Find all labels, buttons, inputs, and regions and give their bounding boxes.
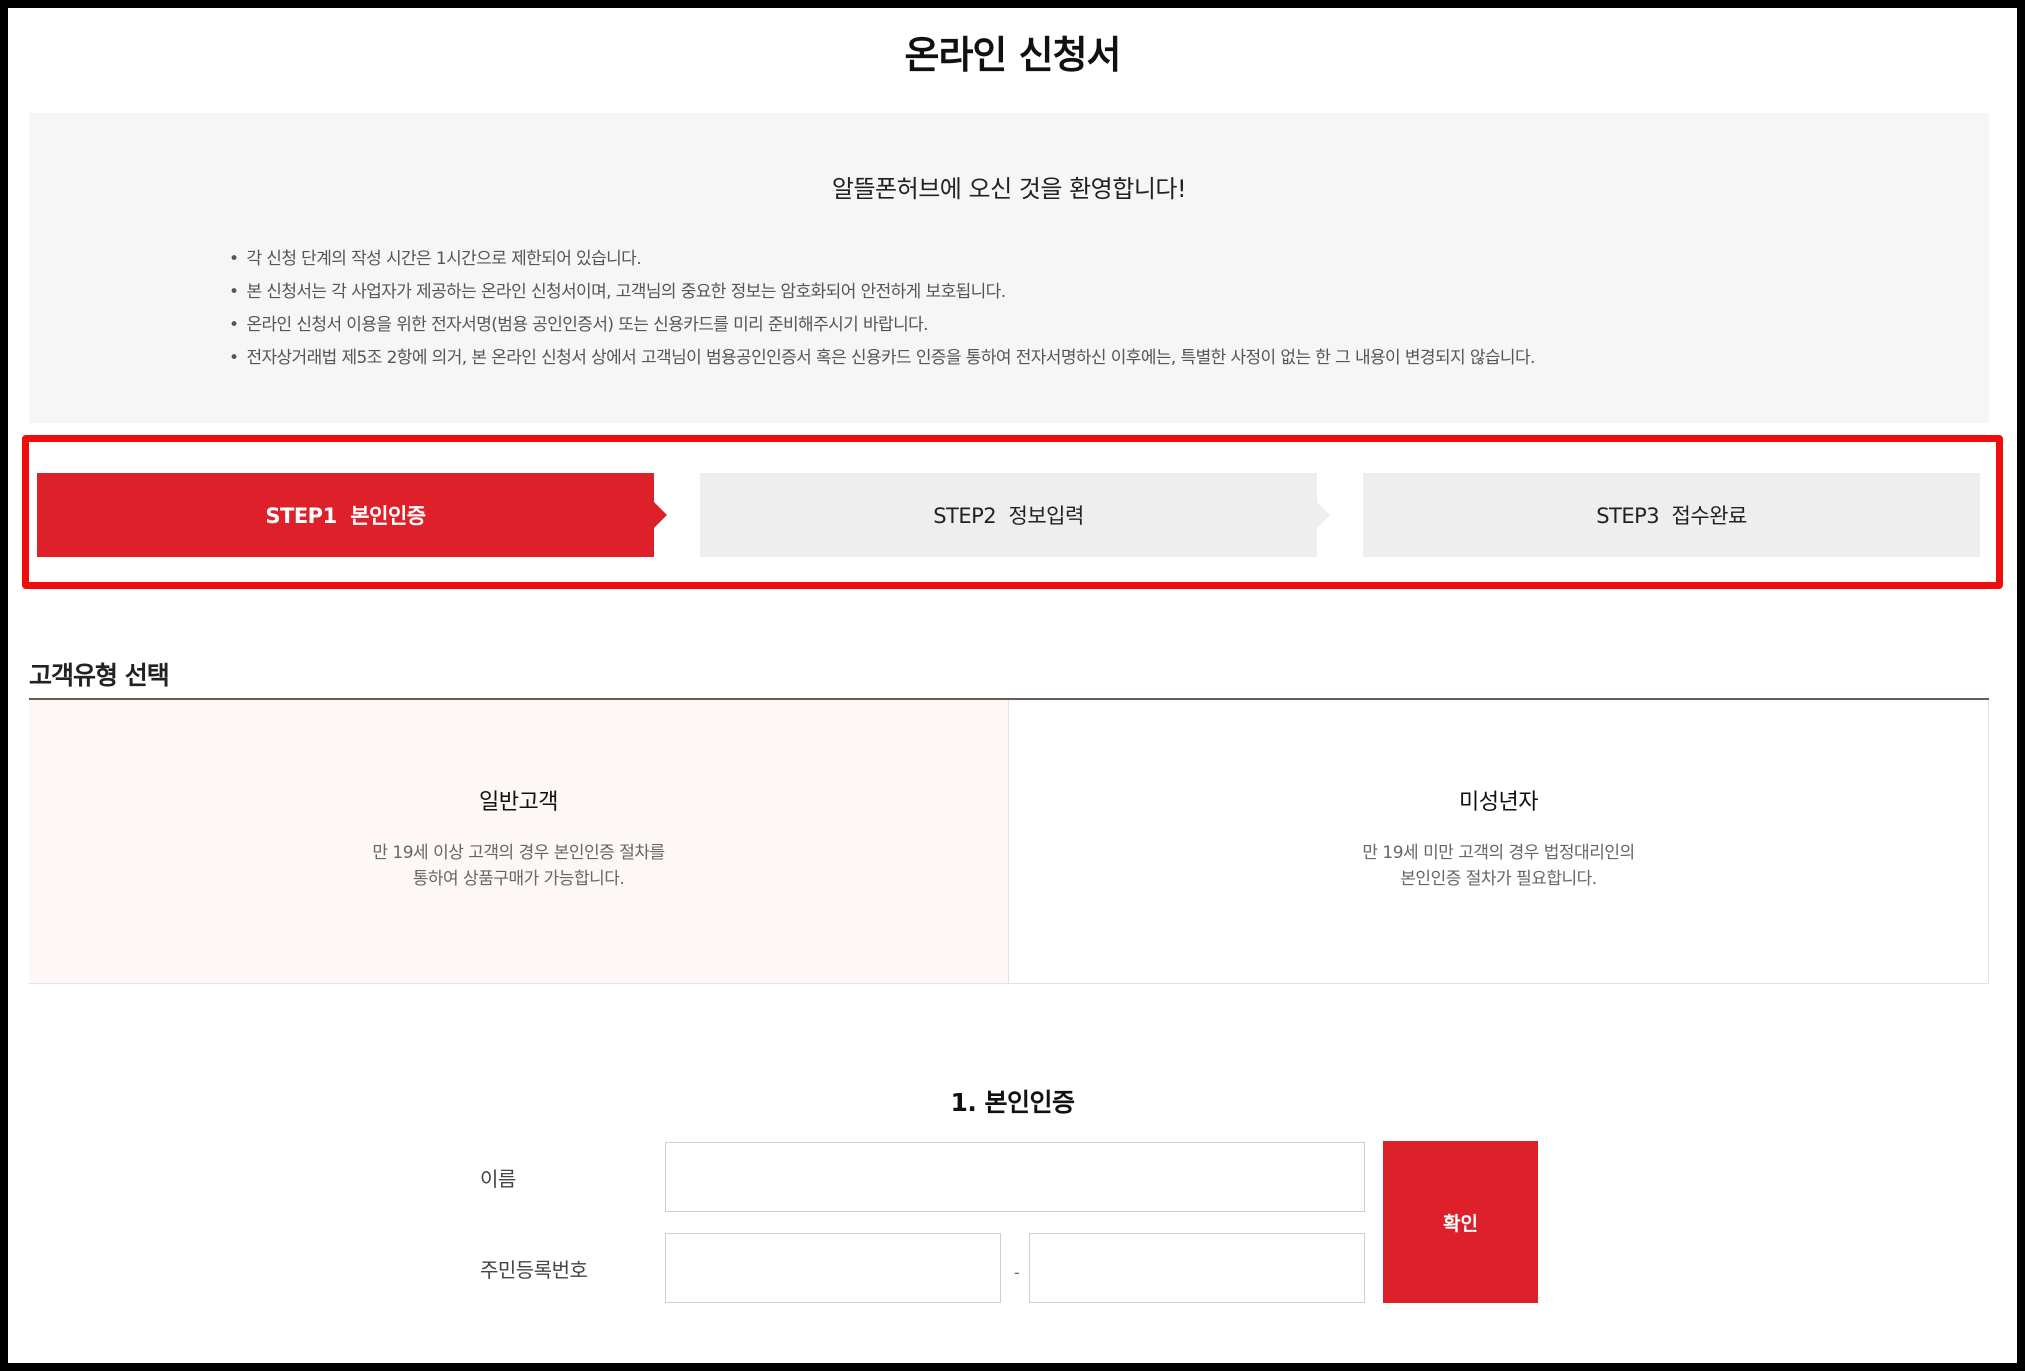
- step-label: STEP1 본인인증: [265, 504, 426, 528]
- card-desc-line: 통하여 상품구매가 가능합니다.: [412, 869, 625, 889]
- resident-number-front-input[interactable]: [665, 1233, 1001, 1303]
- card-description: 만 19세 이상 고객의 경우 본인인증 절차를 통하여 상품구매가 가능합니다…: [29, 840, 1008, 892]
- card-title: 미성년자: [1459, 790, 1538, 815]
- card-title: 일반고객: [479, 790, 558, 815]
- step-arrow-icon: [654, 502, 667, 528]
- identity-verification-title: 1. 본인인증: [950, 1088, 1075, 1117]
- customer-type-minor[interactable]: 미성년자 만 19세 미만 고객의 경우 법정대리인의 본인인증 절차가 필요합…: [1009, 700, 1989, 984]
- step-3-complete: STEP3 접수완료: [1363, 473, 1980, 557]
- customer-type-title: 고객유형 선택: [29, 661, 170, 690]
- notice-title: 알뜰폰허브에 오신 것을 환영합니다!: [831, 175, 1187, 203]
- card-desc-line: 본인인증 절차가 필요합니다.: [1400, 869, 1597, 889]
- page-frame: 온라인 신청서 알뜰폰허브에 오신 것을 환영합니다! 각 신청 단계의 작성 …: [8, 8, 2017, 1363]
- step-label: STEP2 정보입력: [933, 504, 1084, 528]
- card-description: 만 19세 미만 고객의 경우 법정대리인의 본인인증 절차가 필요합니다.: [1009, 840, 1988, 892]
- page-title: 온라인 신청서: [904, 33, 1122, 77]
- notice-item: 각 신청 단계의 작성 시간은 1시간으로 제한되어 있습니다.: [229, 243, 1535, 276]
- confirm-button[interactable]: 확인: [1383, 1141, 1538, 1303]
- resident-number-dash: -: [1014, 1263, 1020, 1282]
- name-label: 이름: [480, 1167, 516, 1191]
- notice-item: 온라인 신청서 이용을 위한 전자서명(범용 공인인증서) 또는 신용카드를 미…: [229, 309, 1535, 342]
- step-label: STEP3 접수완료: [1596, 504, 1747, 528]
- step-1-identity-verification: STEP1 본인인증: [37, 473, 667, 557]
- welcome-notice-box: 알뜰폰허브에 오신 것을 환영합니다! 각 신청 단계의 작성 시간은 1시간으…: [29, 113, 1989, 423]
- resident-number-back-input[interactable]: [1029, 1233, 1365, 1303]
- customer-type-options: 일반고객 만 19세 이상 고객의 경우 본인인증 절차를 통하여 상품구매가 …: [29, 698, 1989, 984]
- card-desc-line: 만 19세 미만 고객의 경우 법정대리인의: [1362, 843, 1635, 863]
- name-input[interactable]: [665, 1142, 1365, 1212]
- card-desc-line: 만 19세 이상 고객의 경우 본인인증 절차를: [372, 843, 665, 863]
- notice-item: 본 신청서는 각 사업자가 제공하는 온라인 신청서이며, 고객님의 중요한 정…: [229, 276, 1535, 309]
- notice-item: 전자상거래법 제5조 2항에 의거, 본 온라인 신청서 상에서 고객님이 범용…: [229, 342, 1535, 375]
- customer-type-general[interactable]: 일반고객 만 19세 이상 고객의 경우 본인인증 절차를 통하여 상품구매가 …: [29, 700, 1009, 984]
- notice-list: 각 신청 단계의 작성 시간은 1시간으로 제한되어 있습니다. 본 신청서는 …: [229, 243, 1535, 375]
- resident-number-label: 주민등록번호: [480, 1258, 588, 1282]
- step-2-info-input: STEP2 정보입력: [700, 473, 1330, 557]
- step-arrow-icon: [1317, 502, 1330, 528]
